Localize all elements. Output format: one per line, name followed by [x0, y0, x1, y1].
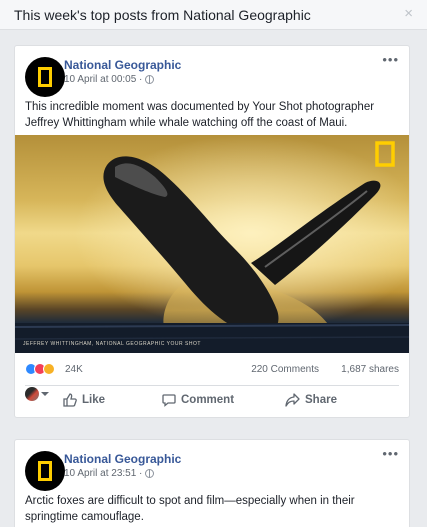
shares-count[interactable]: 1,687 shares	[341, 364, 399, 375]
share-icon	[285, 393, 300, 407]
like-icon	[63, 393, 77, 407]
whale-illustration	[15, 135, 409, 353]
chevron-down-icon	[41, 392, 49, 396]
post-timestamp[interactable]: 10 April at 23:51 ·	[64, 468, 142, 479]
post-actions: Like Comment Share	[25, 387, 399, 417]
page-name-link[interactable]: National Geographic	[64, 58, 181, 72]
comment-icon	[162, 394, 176, 407]
like-button[interactable]: Like	[63, 393, 105, 407]
more-icon[interactable]: •••	[382, 446, 399, 461]
natgeo-logo-icon	[38, 461, 52, 481]
photo-credit: JEFFREY WHITTINGHAM, NATIONAL GEOGRAPHIC…	[23, 341, 201, 347]
page-name-link[interactable]: National Geographic	[64, 452, 181, 466]
post-card: National Geographic 10 April at 00:05 · …	[14, 45, 410, 418]
globe-icon	[145, 469, 155, 478]
user-avatar	[25, 387, 39, 401]
close-icon[interactable]: ×	[404, 5, 413, 23]
post-text: This incredible moment was documented by…	[25, 101, 375, 129]
reactions-summary: 24K 220 Comments 1,687 shares	[25, 362, 399, 378]
reaction-count[interactable]: 24K	[65, 364, 83, 375]
comments-count[interactable]: 220 Comments	[251, 364, 319, 375]
comment-button[interactable]: Comment	[162, 393, 234, 407]
natgeo-logo-avatar[interactable]	[25, 451, 65, 491]
more-icon[interactable]: •••	[382, 52, 399, 67]
natgeo-logo-avatar[interactable]	[25, 57, 65, 97]
post-meta: 10 April at 00:05 ·	[64, 74, 155, 85]
comment-label: Comment	[181, 394, 235, 406]
share-button[interactable]: Share	[285, 393, 337, 407]
globe-icon	[145, 75, 155, 84]
reaction-icons[interactable]	[25, 363, 55, 375]
post-meta: 10 April at 23:51 ·	[64, 468, 155, 479]
divider	[25, 385, 399, 386]
post-timestamp[interactable]: 10 April at 00:05 ·	[64, 74, 142, 85]
like-label: Like	[82, 394, 106, 406]
natgeo-logo-icon	[38, 67, 52, 87]
dialog-header: This week's top posts from National Geog…	[0, 0, 427, 30]
post-text: Arctic foxes are difficult to spot and f…	[25, 495, 355, 523]
post-image[interactable]: JEFFREY WHITTINGHAM, NATIONAL GEOGRAPHIC…	[15, 135, 409, 353]
dialog-title: This week's top posts from National Geog…	[14, 7, 311, 23]
post-card: National Geographic 10 April at 23:51 · …	[14, 439, 410, 527]
share-label: Share	[305, 394, 337, 406]
wow-reaction-icon	[43, 363, 55, 375]
